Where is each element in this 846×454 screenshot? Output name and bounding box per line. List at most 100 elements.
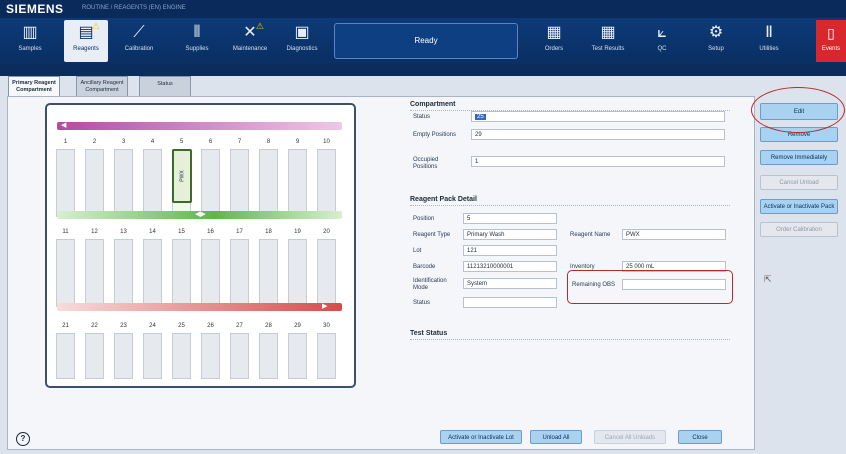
remove-immediately-button[interactable]: Remove Immediately [760, 150, 838, 165]
reagent-pack-detail-heading: Reagent Pack Detail [410, 196, 477, 203]
samples-icon: ▥ [22, 24, 38, 41]
reagent-slot[interactable] [201, 239, 220, 307]
reagent-slot[interactable] [259, 333, 278, 379]
reagent-type-label: Reagent Type [413, 232, 451, 238]
position-number: 7 [237, 139, 242, 145]
toolbar-supplies-button[interactable]: ⫴ Supplies [175, 20, 219, 62]
reagent-slot[interactable] [288, 333, 307, 379]
reagent-pack[interactable]: PWX [172, 149, 192, 203]
divider [410, 339, 730, 340]
reagent-type-field: Primary Wash [463, 229, 557, 240]
lot-field: 121 [463, 245, 557, 256]
unload-all-button[interactable]: Unload All [530, 430, 582, 444]
position-field: 5 [463, 213, 557, 224]
close-button[interactable]: Close [678, 430, 722, 444]
reagent-slot[interactable] [143, 333, 162, 379]
position-number: 27 [236, 323, 243, 329]
activate-inactivate-pack-button[interactable]: Activate or Inactivate Pack [760, 199, 838, 214]
events-button[interactable]: ▯ Events [816, 20, 846, 62]
pack-status-label: Status [413, 300, 431, 306]
reagent-slot[interactable] [201, 149, 220, 217]
tab-status[interactable]: Status [139, 76, 191, 96]
reagent-slot[interactable] [56, 149, 75, 217]
position-number: 17 [236, 229, 243, 235]
sub-toolbar-strip [0, 64, 846, 76]
identification-mode-label: Identification Mode [413, 278, 447, 291]
position-number: 5 [179, 139, 184, 145]
warning-icon: ⚠ [255, 21, 264, 31]
cancel-unload-button[interactable]: Cancel Unload [760, 175, 838, 190]
toolbar-calibration-button[interactable]: ⟋ Calibration [117, 20, 161, 62]
occupied-positions-label: Occupied Positions [413, 157, 439, 170]
reagent-slot[interactable] [230, 149, 249, 217]
reagent-slot[interactable] [317, 149, 336, 217]
position-number: 22 [91, 323, 98, 329]
row-1-indicator-bar [57, 122, 342, 130]
reagent-slot[interactable] [259, 149, 278, 217]
system-status-display: Ready [334, 23, 518, 59]
toolbar-qc-button[interactable]: ⟀ QC [640, 20, 684, 62]
reagent-slot[interactable] [56, 239, 75, 307]
tab-ancillary-reagent-compartment[interactable]: Ancillary Reagent Compartment [76, 76, 128, 96]
compartment-heading: Compartment [410, 101, 456, 108]
tab-primary-reagent-compartment[interactable]: Primary Reagent Compartment [8, 76, 60, 96]
reagent-slot[interactable] [201, 333, 220, 379]
position-number: 20 [323, 229, 330, 235]
help-icon[interactable]: ? [16, 432, 30, 446]
reagent-slot[interactable] [317, 333, 336, 379]
reagent-slot[interactable] [85, 333, 104, 379]
position-number: 29 [294, 323, 301, 329]
position-number: 6 [208, 139, 213, 145]
reagent-slot[interactable] [288, 239, 307, 307]
position-number: 28 [265, 323, 272, 329]
empty-positions-field: 29 [471, 129, 725, 140]
position-number: 8 [266, 139, 271, 145]
reagent-slot[interactable] [172, 333, 191, 379]
reagent-slot[interactable] [230, 239, 249, 307]
reagent-slot[interactable] [85, 149, 104, 217]
position-number: 26 [207, 323, 214, 329]
reagent-name-label: Reagent Name [570, 232, 611, 238]
reagent-slot[interactable] [143, 239, 162, 307]
reagent-slot[interactable] [230, 333, 249, 379]
setup-icon: ⚙ [708, 24, 724, 41]
activate-inactivate-lot-button[interactable]: Activate or Inactivate Lot [440, 430, 522, 444]
toolbar-utilities-button[interactable]: Ⅱ Utilities [747, 20, 791, 62]
diagnostics-icon: ▣ [294, 24, 310, 41]
reagent-slot[interactable] [114, 333, 133, 379]
reagent-slot[interactable] [56, 333, 75, 379]
siemens-logo: SIEMENS [6, 2, 64, 16]
qc-icon: ⟀ [657, 24, 667, 41]
position-label: Position [413, 216, 435, 222]
toolbar-test-results-button[interactable]: ▦ Test Results [586, 20, 630, 62]
row-3-indicator-bar [57, 303, 342, 311]
maintenance-icon: ✕ [243, 24, 257, 41]
reagent-slot[interactable] [114, 149, 133, 217]
toolbar-maintenance-button[interactable]: ✕ Maintenance ⚠ [228, 20, 272, 62]
reagent-slot[interactable] [143, 149, 162, 217]
calibration-icon: ⟋ [133, 24, 145, 41]
toolbar-diagnostics-button[interactable]: ▣ Diagnostics [280, 20, 324, 62]
position-number: 9 [295, 139, 300, 145]
position-number: 14 [149, 229, 156, 235]
cancel-all-unloads-button[interactable]: Cancel All Unloads [594, 430, 666, 444]
arrow-right-icon: ▶ [322, 303, 328, 310]
toolbar-orders-button[interactable]: ▦ Orders [532, 20, 576, 62]
reagent-slot[interactable] [85, 239, 104, 307]
supplies-icon: ⫴ [193, 24, 201, 41]
reagent-slot[interactable] [172, 239, 191, 307]
order-calibration-button[interactable]: Order Calibration [760, 222, 838, 237]
reagent-slot[interactable] [114, 239, 133, 307]
reagent-slot[interactable] [317, 239, 336, 307]
reagent-slot[interactable] [288, 149, 307, 217]
reagent-slot[interactable] [259, 239, 278, 307]
toolbar-setup-button[interactable]: ⚙ Setup [694, 20, 738, 62]
pack-label: PWX [179, 170, 186, 182]
toolbar-samples-button[interactable]: ▥ Samples [8, 20, 52, 62]
test-results-icon: ▦ [600, 24, 616, 41]
empty-positions-label: Empty Positions [413, 132, 457, 138]
toolbar-reagents-button[interactable]: ▤ Reagents ⚠ [64, 20, 108, 62]
position-number: 15 [178, 229, 185, 235]
position-number: 25 [178, 323, 185, 329]
occupied-positions-field: 1 [471, 156, 725, 167]
